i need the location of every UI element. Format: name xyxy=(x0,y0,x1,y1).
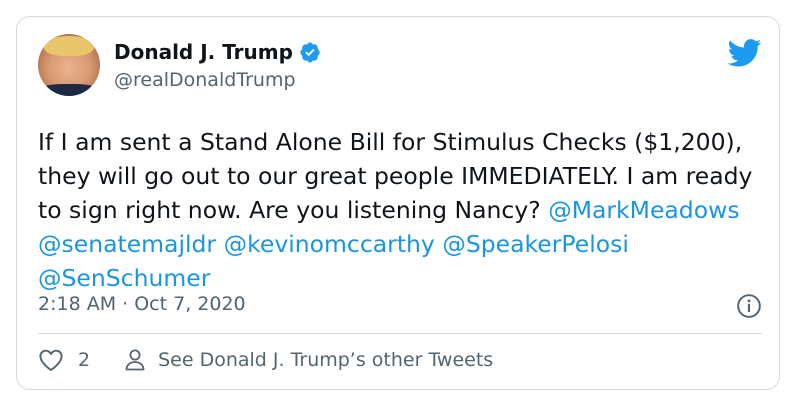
author-display-name[interactable]: Donald J. Trump xyxy=(114,40,293,64)
tweet-text: If I am sent a Stand Alone Bill for Stim… xyxy=(38,125,758,295)
heart-icon[interactable] xyxy=(38,348,64,372)
person-icon[interactable] xyxy=(124,348,146,372)
see-other-tweets-link[interactable]: See Donald J. Trump’s other Tweets xyxy=(158,349,493,371)
tweet-timestamp[interactable]: 2:18 AM · Oct 7, 2020 xyxy=(38,293,246,315)
info-icon[interactable] xyxy=(736,293,762,319)
mention-link[interactable]: @MarkMeadows xyxy=(548,196,739,224)
like-count[interactable]: 2 xyxy=(78,349,90,371)
avatar-suit xyxy=(38,84,100,96)
tweet-card[interactable]: Donald J. Trump @realDonaldTrump If I am… xyxy=(16,16,780,390)
author-name-row[interactable]: Donald J. Trump xyxy=(114,40,321,64)
mention-link[interactable]: @SenSchumer xyxy=(38,264,210,292)
mention-link[interactable]: @senatemajldr xyxy=(38,230,216,258)
author-handle[interactable]: @realDonaldTrump xyxy=(114,69,296,91)
mention-link[interactable]: @SpeakerPelosi xyxy=(442,230,629,258)
verified-badge-icon xyxy=(300,42,320,63)
divider xyxy=(38,333,762,334)
twitter-bird-icon[interactable] xyxy=(728,39,762,67)
author-avatar[interactable] xyxy=(38,34,100,96)
tweet-actions: 2 See Donald J. Trump’s other Tweets xyxy=(38,348,493,372)
avatar-hair xyxy=(44,36,94,56)
mention-link[interactable]: @kevinomccarthy xyxy=(224,230,435,258)
